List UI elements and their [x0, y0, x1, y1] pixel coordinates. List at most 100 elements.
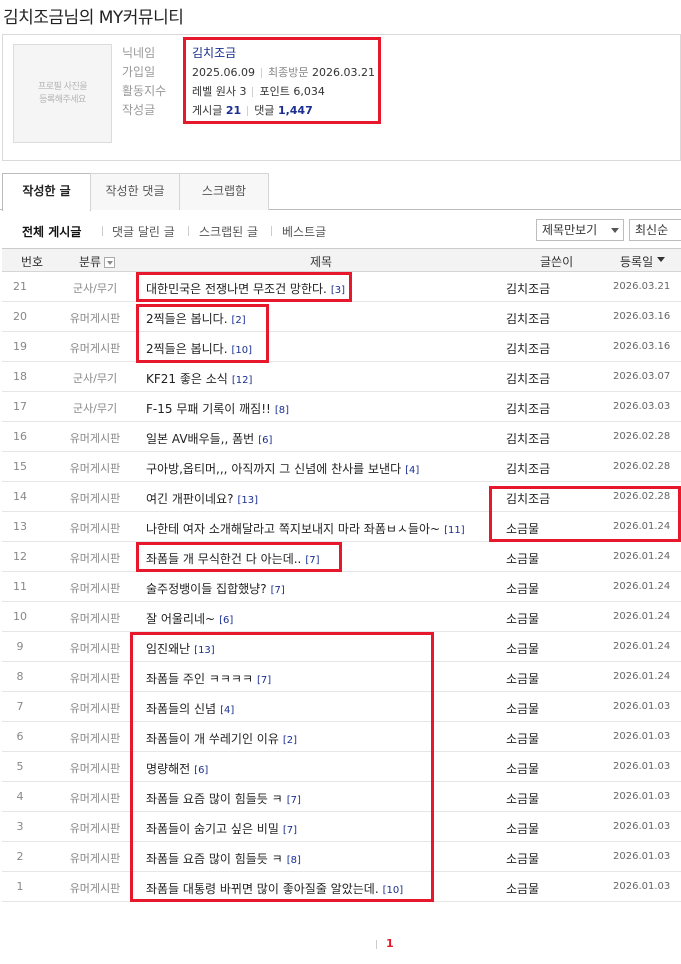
row-category[interactable]: 유머게시판 — [55, 310, 135, 326]
row-title-link[interactable]: 술주정뱅이들 집합했냥? [7] — [146, 580, 285, 597]
row-comment-count[interactable]: [11] — [444, 525, 465, 536]
row-category[interactable]: 유머게시판 — [55, 520, 135, 536]
row-category[interactable]: 유머게시판 — [55, 760, 135, 776]
row-title-link[interactable]: 좌폼들 요즘 많이 힘들듯 ㅋ [7] — [146, 790, 301, 807]
row-comment-count[interactable]: [7] — [257, 675, 271, 686]
row-comment-count[interactable]: [12] — [232, 375, 253, 386]
row-author[interactable]: 김치조금 — [506, 400, 550, 417]
row-comment-count[interactable]: [7] — [305, 555, 319, 566]
row-comment-count[interactable]: [7] — [271, 585, 285, 596]
row-title-link[interactable]: 일본 AV배우들,, 폼번 [6] — [146, 430, 272, 447]
row-category[interactable]: 유머게시판 — [55, 640, 135, 656]
row-category[interactable]: 유머게시판 — [55, 790, 135, 806]
row-comment-count[interactable]: [10] — [383, 885, 404, 896]
row-title: 명량해전 — [146, 762, 191, 776]
row-category[interactable]: 유머게시판 — [55, 730, 135, 746]
row-category[interactable]: 군사/무기 — [55, 370, 135, 386]
header-date[interactable]: 등록일 — [620, 253, 666, 270]
row-comment-count[interactable]: [4] — [405, 465, 419, 476]
row-author[interactable]: 소금물 — [506, 760, 539, 777]
filter-all-posts[interactable]: 전체 게시글 — [22, 223, 81, 240]
tab-written-comments[interactable]: 작성한 댓글 — [90, 173, 180, 210]
row-comment-count[interactable]: [8] — [287, 855, 301, 866]
row-author[interactable]: 김치조금 — [506, 340, 550, 357]
tab-written-posts[interactable]: 작성한 글 — [2, 173, 91, 211]
row-author[interactable]: 김치조금 — [506, 310, 550, 327]
row-category[interactable]: 유머게시판 — [55, 580, 135, 596]
avatar-placeholder[interactable]: 프로필 사진을 등록해주세요 — [13, 44, 112, 143]
row-title-link[interactable]: 2찍들은 봅니다. [10] — [146, 340, 252, 357]
row-author[interactable]: 소금물 — [506, 730, 539, 747]
row-comment-count[interactable]: [13] — [237, 495, 258, 506]
row-title-link[interactable]: 2찍들은 봅니다. [2] — [146, 310, 246, 327]
nickname-value[interactable]: 김치조금 — [192, 46, 236, 60]
category-filter-icon[interactable] — [104, 257, 116, 268]
sort-select[interactable]: 최신순 — [629, 219, 681, 241]
row-title-link[interactable]: 잘 어울리네~ [6] — [146, 610, 233, 627]
row-author[interactable]: 소금물 — [506, 880, 539, 897]
row-title-link[interactable]: 임진왜난 [13] — [146, 640, 215, 657]
row-category[interactable]: 유머게시판 — [55, 670, 135, 686]
row-author[interactable]: 소금물 — [506, 520, 539, 537]
row-comment-count[interactable]: [10] — [232, 345, 253, 356]
row-category[interactable]: 유머게시판 — [55, 490, 135, 506]
row-title-link[interactable]: 좌폼들이 숨기고 싶은 비밀 [7] — [146, 820, 297, 837]
row-author[interactable]: 소금물 — [506, 820, 539, 837]
row-author[interactable]: 소금물 — [506, 550, 539, 567]
row-comment-count[interactable]: [6] — [219, 615, 233, 626]
row-category[interactable]: 군사/무기 — [55, 280, 135, 296]
row-author[interactable]: 소금물 — [506, 700, 539, 717]
row-author[interactable]: 소금물 — [506, 790, 539, 807]
row-author[interactable]: 김치조금 — [506, 370, 550, 387]
row-author[interactable]: 김치조금 — [506, 280, 550, 297]
row-comment-count[interactable]: [3] — [331, 285, 345, 296]
row-comment-count[interactable]: [8] — [275, 405, 289, 416]
row-comment-count[interactable]: [2] — [283, 735, 297, 746]
row-title-link[interactable]: KF21 좋은 소식 [12] — [146, 370, 252, 387]
row-author[interactable]: 소금물 — [506, 850, 539, 867]
row-author[interactable]: 김치조금 — [506, 430, 550, 447]
row-title-link[interactable]: 명량해전 [6] — [146, 760, 208, 777]
row-comment-count[interactable]: [6] — [258, 435, 272, 446]
row-author[interactable]: 김치조금 — [506, 460, 550, 477]
row-comment-count[interactable]: [6] — [194, 765, 208, 776]
row-title-link[interactable]: 나한테 여자 소개해달라고 쪽지보내지 마라 좌폼ㅂㅅ들아~ [11] — [146, 520, 465, 537]
row-category[interactable]: 유머게시판 — [55, 880, 135, 896]
view-mode-select[interactable]: 제목만보기 — [536, 219, 624, 241]
row-title-link[interactable]: 대한민국은 전쟁나면 무조건 망한다. [3] — [146, 280, 345, 297]
row-category[interactable]: 유머게시판 — [55, 820, 135, 836]
filter-best[interactable]: 베스트글 — [282, 223, 326, 240]
row-author[interactable]: 김치조금 — [506, 490, 550, 507]
row-title-link[interactable]: 좌폼들 주인 ㅋㅋㅋㅋ [7] — [146, 670, 271, 687]
row-category[interactable]: 유머게시판 — [55, 430, 135, 446]
row-title-link[interactable]: 좌폼들 개 무식한건 다 아는데.. [7] — [146, 550, 320, 567]
row-title-link[interactable]: 좌폼들 대통령 바뀌면 많이 좋아질줄 알았는데. [10] — [146, 880, 403, 897]
row-comment-count[interactable]: [13] — [194, 645, 215, 656]
row-category[interactable]: 군사/무기 — [55, 400, 135, 416]
row-comment-count[interactable]: [7] — [283, 825, 297, 836]
row-category[interactable]: 유머게시판 — [55, 460, 135, 476]
row-category[interactable]: 유머게시판 — [55, 850, 135, 866]
row-title-link[interactable]: 좌폼들 요즘 많이 힘들듯 ㅋ [8] — [146, 850, 301, 867]
row-title-link[interactable]: 여긴 개판이네요? [13] — [146, 490, 258, 507]
page-current[interactable]: 1 — [386, 937, 394, 950]
row-title-link[interactable]: F-15 무패 기록이 깨짐!! [8] — [146, 400, 289, 417]
row-comment-count[interactable]: [2] — [232, 315, 246, 326]
row-category[interactable]: 유머게시판 — [55, 700, 135, 716]
row-category[interactable]: 유머게시판 — [55, 610, 135, 626]
row-comment-count[interactable]: [7] — [287, 795, 301, 806]
row-title-link[interactable]: 구아방,옵티머,,, 아직까지 그 신념에 찬사를 보낸다 [4] — [146, 460, 419, 477]
row-author[interactable]: 소금물 — [506, 610, 539, 627]
row-author[interactable]: 소금물 — [506, 580, 539, 597]
filter-commented[interactable]: 댓글 달린 글 — [112, 223, 175, 240]
filter-scrapped[interactable]: 스크랩된 글 — [199, 223, 258, 240]
row-title-link[interactable]: 좌폼들이 개 쑤레기인 이유 [2] — [146, 730, 297, 747]
row-comment-count[interactable]: [4] — [220, 705, 234, 716]
row-author[interactable]: 소금물 — [506, 640, 539, 657]
row-title-link[interactable]: 좌폼들의 신념 [4] — [146, 700, 234, 717]
tab-scraps[interactable]: 스크랩함 — [179, 173, 269, 210]
row-category[interactable]: 유머게시판 — [55, 340, 135, 356]
row-author[interactable]: 소금물 — [506, 670, 539, 687]
row-category[interactable]: 유머게시판 — [55, 550, 135, 566]
header-category[interactable]: 분류 — [79, 253, 116, 270]
